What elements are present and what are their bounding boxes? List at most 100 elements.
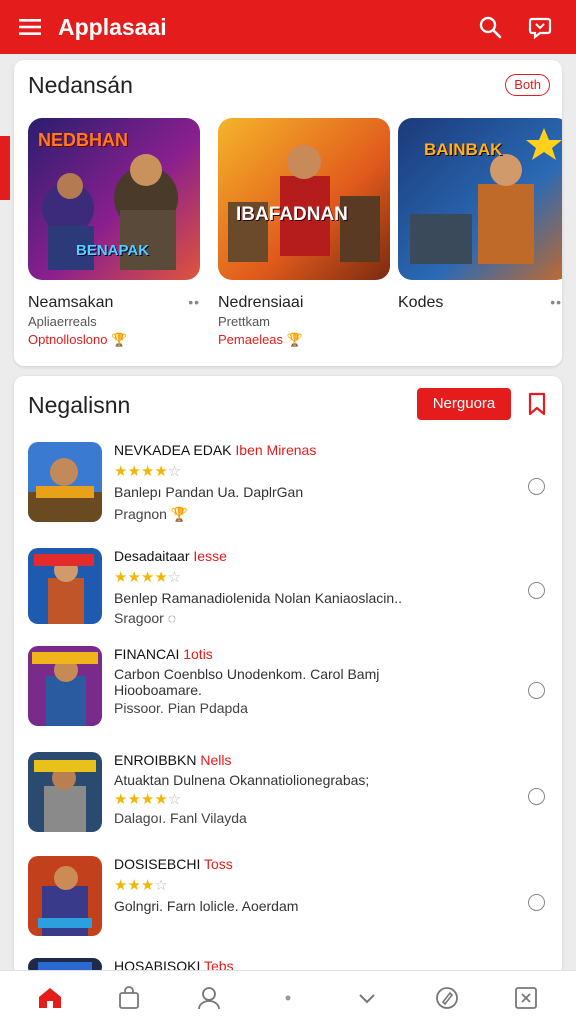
chat-icon: [528, 17, 552, 39]
item-title-highlight: Nells: [200, 752, 232, 768]
item-title: NEVKADEA EDAK Iben Mirenas: [114, 442, 316, 458]
item-title-highlight: 1otis: [183, 646, 213, 662]
featured-item-name: Kodes: [398, 294, 444, 311]
item-meta: Sragoor ◌: [114, 610, 177, 626]
menu-button[interactable]: [10, 7, 50, 47]
item-description-line2: Hiooboamare.: [114, 682, 202, 698]
artwork-subtitle: BENAPAK: [76, 242, 150, 259]
item-title-text: Desadaitaar: [114, 548, 190, 564]
app-title: Applasaai: [58, 13, 167, 40]
more-options-icon[interactable]: ••: [188, 294, 200, 310]
nav-shop[interactable]: [107, 976, 151, 1020]
featured-item-name: Nedrensiaai: [218, 294, 304, 311]
featured-item-tag: Optnolloslono 🏆: [28, 332, 128, 347]
featured-item[interactable]: NEDBHAN BENAPAK Neamsakan •• Apliaerreal…: [28, 118, 200, 347]
star-rating: ★★★☆: [114, 876, 168, 894]
star-rating: ★★★★☆: [114, 790, 181, 808]
star-rating: ★★★★☆: [114, 568, 181, 586]
game-thumbnail: [28, 442, 102, 522]
list-section-title: Negalisnn: [28, 392, 131, 418]
featured-section-title: Nedansán: [28, 72, 133, 98]
stars-empty: ☆: [167, 569, 182, 586]
stars-empty: ☆: [154, 877, 168, 894]
artwork-title: IBAFADNAN: [236, 204, 348, 225]
item-title-text: ENROIBBKN: [114, 752, 197, 768]
game-thumbnail: [28, 856, 102, 936]
list-section: Negalisnn Nerguora NEVKADEA EDAK Iben Mi…: [14, 376, 562, 976]
item-title-highlight: Iben Mirenas: [235, 442, 317, 458]
game-artwork: IBAFADNAN: [218, 118, 390, 280]
search-icon: [479, 16, 502, 39]
item-title-text: FINANCAI: [114, 646, 180, 662]
stars-filled: ★★★★: [114, 463, 168, 480]
stars-filled: ★★★: [114, 877, 155, 894]
stars-empty: ☆: [167, 791, 182, 808]
star-rating: ★★★★☆: [114, 462, 181, 480]
chevron-down-icon: [359, 993, 376, 1003]
featured-item-subtitle: Prettkam: [218, 314, 271, 329]
artwork-title: NEDBHAN: [38, 130, 128, 150]
item-description: Banlepı Pandan Ua. DaplrGan: [114, 484, 304, 500]
select-radio[interactable]: [528, 788, 545, 805]
item-title: FINANCAI 1otis: [114, 646, 213, 662]
nav-profile[interactable]: [187, 976, 231, 1020]
game-thumbnail: [28, 752, 102, 832]
item-title-highlight: Toss: [204, 856, 233, 872]
game-artwork: NEDBHAN BENAPAK: [28, 118, 200, 280]
select-radio[interactable]: [528, 478, 545, 495]
item-description: Atuaktan Dulnena Okannatiolionegrabas;: [114, 772, 370, 788]
item-title-text: DOSISEBCHI: [114, 856, 201, 872]
close-box-icon: [515, 986, 538, 1009]
featured-item-name: Neamsakan: [28, 294, 114, 311]
select-radio[interactable]: [528, 894, 545, 911]
chat-button[interactable]: [520, 7, 560, 47]
item-meta: Pissoor. Pian Pdapda: [114, 700, 248, 716]
nav-home[interactable]: [28, 976, 72, 1020]
list-action-button[interactable]: Nerguora: [417, 388, 511, 420]
featured-item[interactable]: BAINBAK Kodes ••: [398, 118, 562, 311]
side-accent-bar: [0, 136, 10, 200]
item-description: Benlep Ramanadiolenida Nolan Kaniaoslaci…: [114, 590, 402, 606]
list-item[interactable]: DOSISEBCHI Toss ★★★☆ Golngri. Farn lolic…: [14, 856, 562, 956]
item-title: DOSISEBCHI Toss: [114, 856, 233, 872]
game-thumbnail: [28, 548, 102, 624]
featured-item-tag: Pemaeleas 🏆: [218, 332, 303, 347]
item-title-text: NEVKADEA EDAK: [114, 442, 232, 458]
featured-item[interactable]: IBAFADNAN Nedrensiaai Prettkam Pemaeleas…: [218, 118, 390, 347]
featured-pill-button[interactable]: Both: [505, 74, 550, 96]
hamburger-icon: [19, 19, 41, 35]
search-button[interactable]: [470, 7, 510, 47]
item-meta: Pragnon 🏆: [114, 506, 189, 522]
game-thumbnail: [28, 646, 102, 726]
nav-edit[interactable]: [425, 976, 469, 1020]
nav-expand[interactable]: [345, 976, 389, 1020]
nav-close[interactable]: [504, 976, 548, 1020]
featured-section: Nedansán Both NEDBHAN BENAPAK Neamsakan …: [14, 60, 562, 366]
more-options-icon[interactable]: ••: [550, 294, 562, 310]
item-description: Carbon Coenblso Unodenkom. Carol Bamj: [114, 666, 380, 682]
bookmark-icon: [528, 392, 546, 416]
artwork-title: BAINBAK: [424, 140, 503, 159]
stars-filled: ★★★★: [114, 791, 168, 808]
featured-item-subtitle: Apliaerreals: [28, 314, 97, 329]
shop-icon: [119, 985, 140, 1009]
game-artwork: BAINBAK: [398, 118, 562, 280]
item-description: Golngri. Farn lolicle. Aoerdam: [114, 898, 299, 914]
edit-icon: [435, 986, 458, 1009]
item-title: ENROIBBKN Nells: [114, 752, 231, 768]
list-item[interactable]: ENROIBBKN Nells Atuaktan Dulnena Okannat…: [14, 752, 562, 852]
select-radio[interactable]: [528, 582, 545, 599]
home-icon: [38, 987, 61, 1008]
item-meta: Dalagoı. Fanl Vilayda: [114, 810, 247, 826]
dot-icon: [285, 995, 291, 1000]
item-title: Desadaitaar Iesse: [114, 548, 227, 564]
bookmark-button[interactable]: [524, 390, 550, 418]
item-title-highlight: Iesse: [193, 548, 227, 564]
list-item[interactable]: FINANCAI 1otis Carbon Coenblso Unodenkom…: [14, 646, 562, 746]
list-item[interactable]: NEVKADEA EDAK Iben Mirenas ★★★★☆ Banlepı…: [14, 442, 562, 542]
nav-more[interactable]: [266, 976, 310, 1020]
profile-icon: [197, 986, 220, 1009]
select-radio[interactable]: [528, 682, 545, 699]
list-item[interactable]: Desadaitaar Iesse ★★★★☆ Benlep Ramanadio…: [14, 548, 562, 648]
bottom-navigation: [0, 970, 576, 1024]
